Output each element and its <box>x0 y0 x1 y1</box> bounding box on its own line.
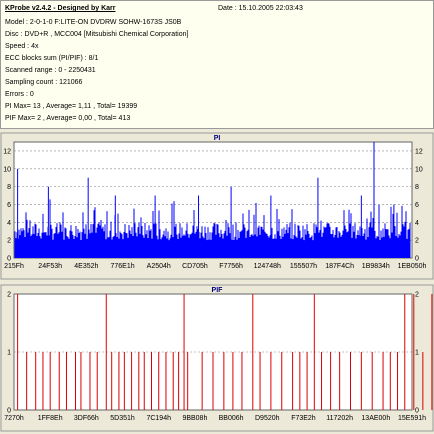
y-tick-label-right: 4 <box>415 220 419 227</box>
chart-title: PI <box>214 135 221 142</box>
y-tick-label-right: 6 <box>415 202 419 209</box>
x-tick-label: 9BB08h <box>182 415 207 422</box>
x-tick-label: 13AE00h <box>361 415 390 422</box>
y-tick-label-right: 0 <box>415 256 419 263</box>
info-pif-stats: PIF Max= 2 , Average= 0,00 , Total= 413 <box>5 115 131 122</box>
x-tick-label: CD705h <box>182 263 208 270</box>
y-tick-label-left: 1 <box>7 350 11 357</box>
app-title: KProbe v2.4.2 - Designed by Karr <box>5 5 116 12</box>
y-tick-label-left: 0 <box>7 256 11 263</box>
x-tick-label: F73E2h <box>291 415 316 422</box>
y-tick-label-right: 2 <box>415 238 419 245</box>
y-tick-label-right: 8 <box>415 184 419 191</box>
x-tick-label: 1B9834h <box>362 263 390 270</box>
x-tick-label: 24F53h <box>38 263 62 270</box>
y-tick-label-right: 1 <box>415 350 419 357</box>
chart-title: PIF <box>212 287 224 294</box>
x-tick-label: 4E352h <box>74 263 98 270</box>
x-tick-label: 776E1h <box>110 263 134 270</box>
x-tick-label: BB006h <box>219 415 244 422</box>
x-tick-label: 7C194h <box>146 415 171 422</box>
info-errors: Errors : 0 <box>5 91 34 98</box>
x-tick-label: D9520h <box>255 415 280 422</box>
y-tick-label-left: 8 <box>7 184 11 191</box>
x-tick-label: 15E591h <box>398 415 426 422</box>
info-speed: Speed : 4x <box>5 43 39 50</box>
x-tick-label: 117202h <box>326 415 353 422</box>
x-tick-label: 215Fh <box>4 263 24 270</box>
info-panel: KProbe v2.4.2 - Designed by Karr Date : … <box>0 0 434 129</box>
x-tick-label: 1EB050h <box>398 263 427 270</box>
x-tick-label: 155507h <box>290 263 317 270</box>
y-tick-label-right: 2 <box>415 292 419 299</box>
info-sampling-count: Sampling count : 121066 <box>5 79 83 86</box>
y-tick-label-left: 10 <box>3 166 11 173</box>
x-tick-label: 124748h <box>254 263 281 270</box>
y-tick-label-right: 0 <box>415 408 419 415</box>
y-tick-label-left: 6 <box>7 202 11 209</box>
info-disc: Disc : DVD+R , MCC004 [Mitsubishi Chemic… <box>5 31 189 38</box>
info-scanned-range: Scanned range : 0 - 2250431 <box>5 67 96 74</box>
pi-chart: PI 0 0 2 2 4 4 6 6 8 8 10 10 12 12 215Fh 24F53h 4E352h 776… <box>0 132 434 280</box>
scan-date: Date : 15.10.2005 22:03:43 <box>218 5 303 12</box>
x-tick-label: 1FF8Eh <box>38 415 63 422</box>
y-tick-label-left: 2 <box>7 292 11 299</box>
x-tick-label: 7270h <box>4 415 24 422</box>
x-tick-label: F7756h <box>219 263 243 270</box>
info-model: Model : 2-0-1-0 F:LITE-ON DVDRW SOHW-167… <box>5 19 182 26</box>
x-tick-label: A2504h <box>147 263 171 270</box>
pif-chart: PIF 0 0 1 1 2 2 7270h 1FF8Eh 3DF66h 5D351h 7C194h 9B… <box>0 284 434 432</box>
y-tick-label-left: 12 <box>3 148 11 155</box>
x-tick-label: 3DF66h <box>74 415 99 422</box>
x-tick-label: 5D351h <box>110 415 135 422</box>
y-tick-label-right: 10 <box>415 166 423 173</box>
x-tick-label: 187F4Ch <box>325 263 354 270</box>
info-pi-stats: PI Max= 13 , Average= 1,11 , Total= 1939… <box>5 103 138 110</box>
y-tick-label-left: 0 <box>7 408 11 415</box>
y-tick-label-right: 12 <box>415 148 423 155</box>
info-ecc-sum: ECC blocks sum (PI/PIF) : 8/1 <box>5 55 99 62</box>
y-tick-label-left: 2 <box>7 238 11 245</box>
y-tick-label-left: 4 <box>7 220 11 227</box>
